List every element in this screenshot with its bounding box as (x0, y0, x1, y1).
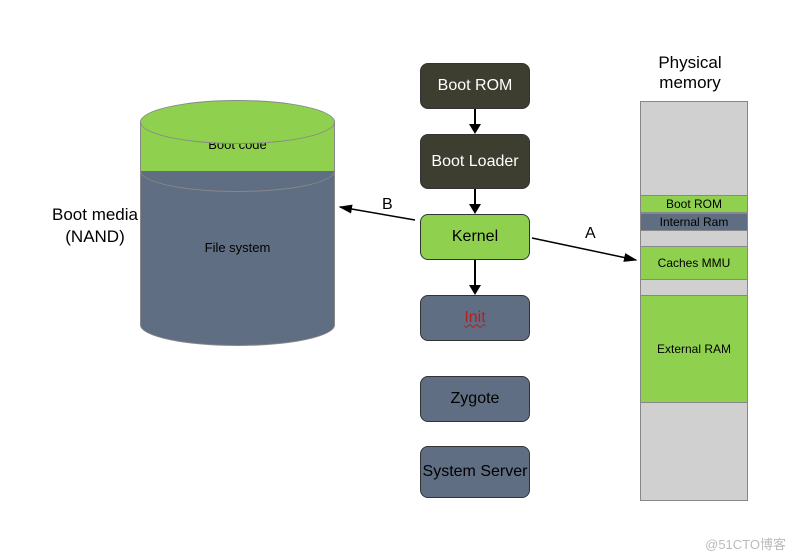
watermark: @51CTO博客 (705, 534, 786, 553)
memory-seg-internal-ram-label: Internal Ram (660, 215, 729, 229)
boot-media-caption: Boot media (NAND) (50, 204, 140, 248)
filesystem-label: File system (205, 240, 271, 255)
arrow-kernel-init (470, 260, 480, 295)
node-zygote: Zygote (420, 376, 530, 422)
arrow-b (340, 207, 415, 220)
node-boot-rom: Boot ROM (420, 63, 530, 109)
node-boot-rom-label: Boot ROM (438, 76, 513, 95)
node-init-label: Init (464, 308, 485, 327)
node-init: Init (420, 295, 530, 341)
memory-seg-external-ram-label: External RAM (657, 342, 731, 356)
node-kernel: Kernel (420, 214, 530, 260)
memory-gap-2 (640, 280, 748, 295)
boot-media-cylinder: File system Boot code (140, 100, 335, 345)
node-kernel-label: Kernel (452, 227, 498, 246)
arrow-bootloader-kernel (470, 189, 480, 214)
memory-seg-caches-mmu: Caches MMU (640, 246, 748, 280)
connector-label-b: B (382, 196, 393, 214)
memory-seg-external-ram: External RAM (640, 295, 748, 403)
memory-seg-internal-ram: Internal Ram (640, 213, 748, 231)
node-system-server-label: System Server (423, 462, 528, 481)
cylinder-top (140, 100, 335, 144)
arrow-bootrom-bootloader (470, 109, 480, 134)
memory-seg-caches-mmu-label: Caches MMU (658, 256, 731, 270)
connector-label-a: A (585, 225, 596, 243)
memory-title: Physical memory (635, 53, 745, 94)
node-boot-loader: Boot Loader (420, 134, 530, 189)
memory-seg-boot-rom-label: Boot ROM (666, 197, 722, 211)
node-boot-loader-label: Boot Loader (431, 152, 518, 171)
memory-gap-1 (640, 231, 748, 246)
node-system-server: System Server (420, 446, 530, 498)
node-zygote-label: Zygote (451, 389, 500, 408)
arrow-a (532, 238, 636, 260)
memory-seg-boot-rom: Boot ROM (640, 195, 748, 213)
cylinder-filesystem: File system (140, 170, 335, 325)
